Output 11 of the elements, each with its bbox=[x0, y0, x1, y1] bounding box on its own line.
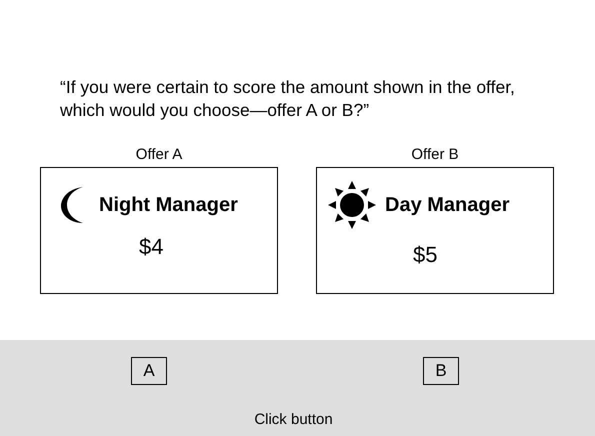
offer-amount: $4 bbox=[138, 234, 164, 260]
offer-label: Offer B bbox=[411, 146, 459, 163]
offer-amount: $5 bbox=[412, 242, 438, 268]
choice-button[interactable]: B bbox=[423, 357, 459, 385]
offer-title: Night Manager bbox=[99, 194, 238, 216]
instruction-text: Click button bbox=[253, 411, 334, 428]
question-text: “If you were certain to score the amount shown in the offer, which would you choose—offer A or B?” bbox=[60, 76, 516, 122]
sun-icon bbox=[327, 180, 377, 230]
offer-title: Day Manager bbox=[385, 194, 510, 216]
offer-label: Offer A bbox=[136, 146, 182, 163]
choice-button[interactable]: A bbox=[131, 357, 167, 385]
